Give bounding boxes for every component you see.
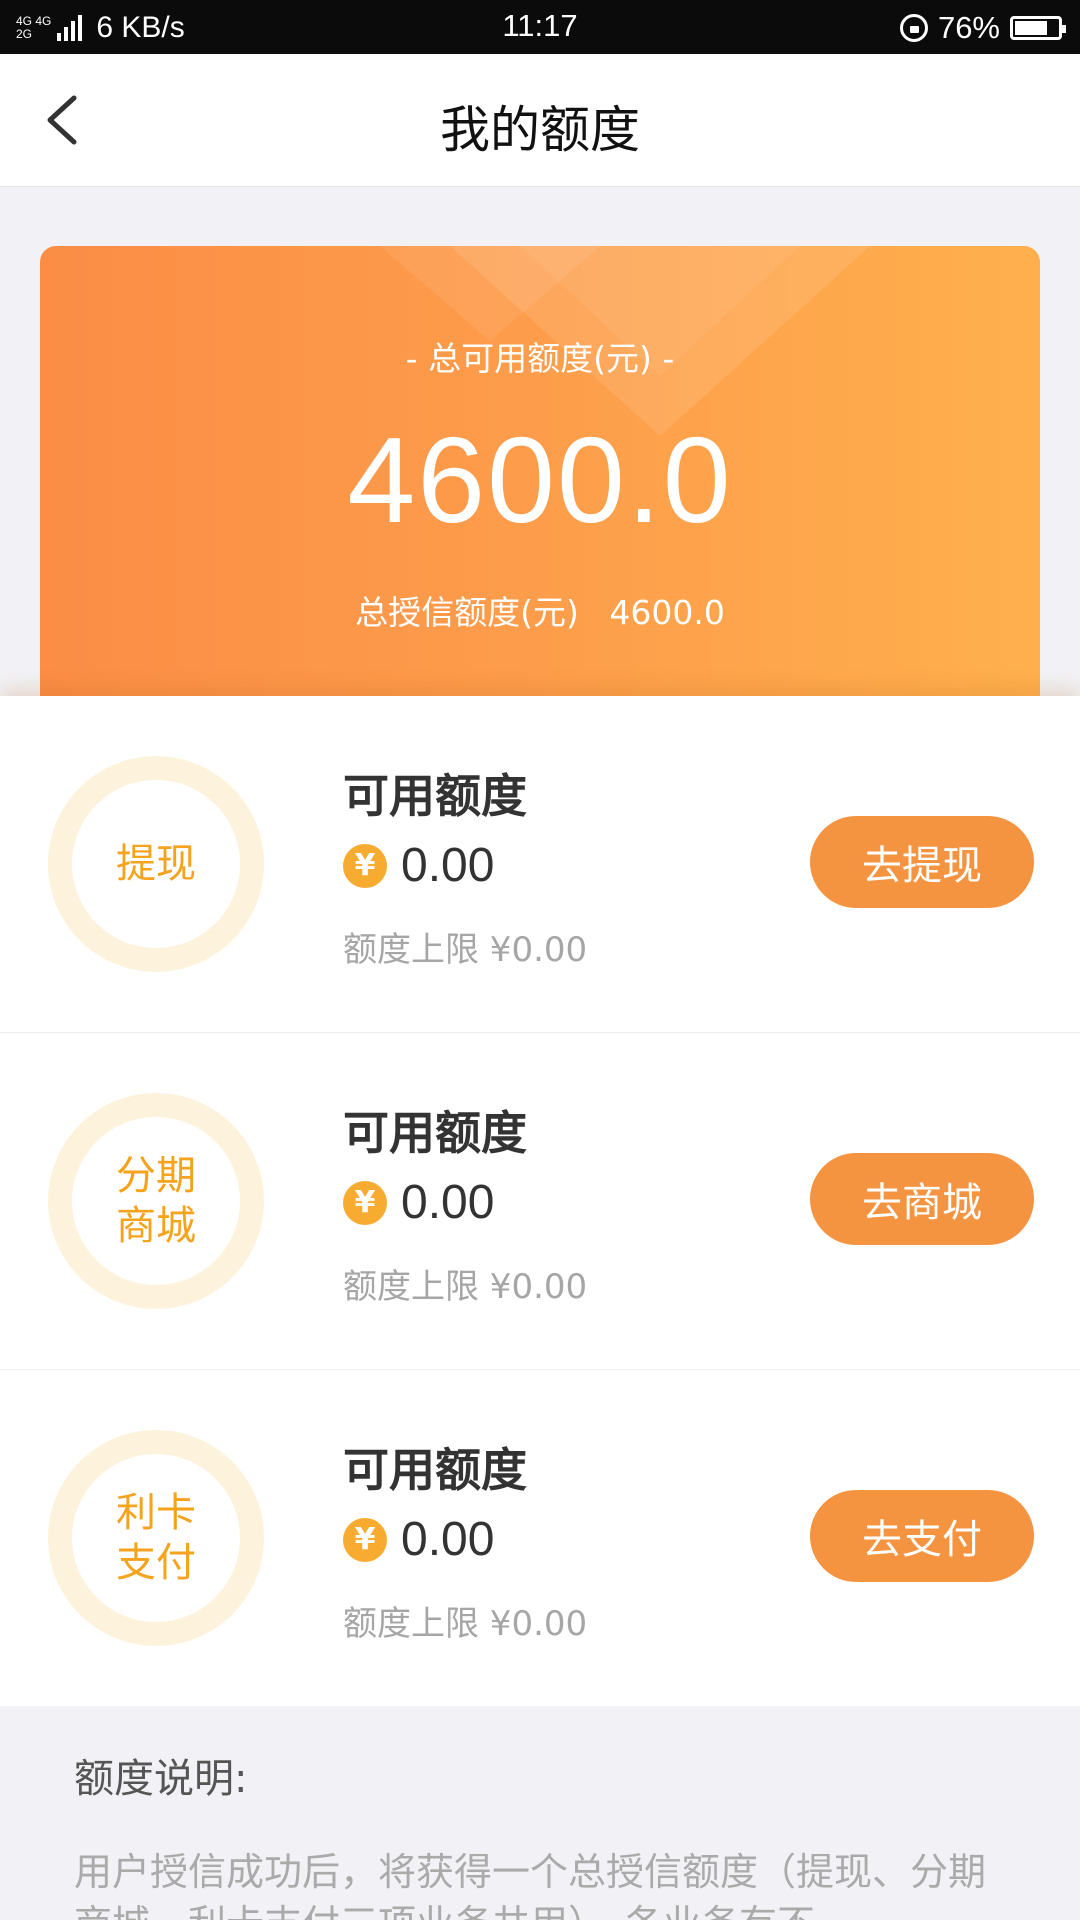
credit-limit: 额度上限 ¥0.00	[343, 1604, 588, 1644]
item-title: 可用额度	[343, 1106, 527, 1160]
credit-item-mall: 分期商城 可用额度 ¥ 0.00 额度上限 ¥0.00 去商城	[0, 1033, 1080, 1370]
item-title: 可用额度	[343, 769, 527, 823]
credit-item-payment: 利卡支付 可用额度 ¥ 0.00 额度上限 ¥0.00 去支付	[0, 1370, 1080, 1706]
amount-row: ¥ 0.00	[343, 1512, 494, 1567]
status-bar: 4G 4G 2G 6 KB/s 11:17 76%	[0, 0, 1080, 54]
available-amount: 0.00	[401, 1176, 495, 1229]
available-amount: 0.00	[401, 1513, 495, 1566]
nav-bar: 我的额度	[0, 54, 1080, 187]
withdraw-button[interactable]: 去提现	[810, 816, 1034, 908]
page-title: 我的额度	[440, 101, 640, 159]
battery-percent: 76%	[937, 10, 1000, 45]
yen-coin-icon: ¥	[343, 843, 387, 888]
status-right: 76%	[899, 8, 1066, 48]
total-credit-card: - 总可用额度(元) - 4600.0 总授信额度(元) 4600.0	[40, 246, 1040, 696]
yen-coin-icon: ¥	[343, 1180, 387, 1225]
credit-list: 提现 可用额度 ¥ 0.00 额度上限 ¥0.00 去提现 分期商城 可用额度 …	[0, 696, 1080, 1706]
credit-limit: 额度上限 ¥0.00	[343, 930, 588, 970]
item-title: 可用额度	[343, 1443, 527, 1497]
available-amount: 0.00	[401, 839, 495, 892]
notes-title: 额度说明:	[74, 1756, 248, 1802]
available-credit-amount: 4600.0	[347, 412, 733, 548]
credit-item-withdraw: 提现 可用额度 ¥ 0.00 额度上限 ¥0.00 去提现	[0, 696, 1080, 1033]
battery-icon	[1010, 16, 1066, 40]
category-ring: 提现	[48, 756, 264, 972]
amount-row: ¥ 0.00	[343, 1175, 494, 1230]
yen-coin-icon: ¥	[343, 1517, 387, 1562]
category-label: 利卡支付	[116, 1490, 196, 1586]
notes-body: 用户授信成功后，将获得一个总授信额度（提现、分期商城、利卡支付三项业务共用），各…	[74, 1850, 987, 1920]
credit-limit: 额度上限 ¥0.00	[343, 1267, 588, 1307]
total-credit-value: 4600.0	[609, 593, 725, 632]
category-label: 提现	[116, 841, 196, 887]
category-ring: 分期商城	[48, 1093, 264, 1309]
go-pay-button[interactable]: 去支付	[810, 1490, 1034, 1582]
total-credit-label: 总授信额度(元)	[355, 593, 579, 632]
amount-row: ¥ 0.00	[343, 838, 494, 893]
go-mall-button[interactable]: 去商城	[810, 1153, 1034, 1245]
total-credit-line: 总授信额度(元) 4600.0	[40, 586, 1040, 634]
category-label: 分期商城	[116, 1153, 196, 1249]
category-ring: 利卡支付	[48, 1430, 264, 1646]
rotation-lock-icon	[899, 14, 928, 42]
credit-notes: 额度说明: 用户授信成功后，将获得一个总授信额度（提现、分期商城、利卡支付三项业…	[0, 1706, 1080, 1920]
available-credit-label: - 总可用额度(元) -	[405, 339, 675, 378]
